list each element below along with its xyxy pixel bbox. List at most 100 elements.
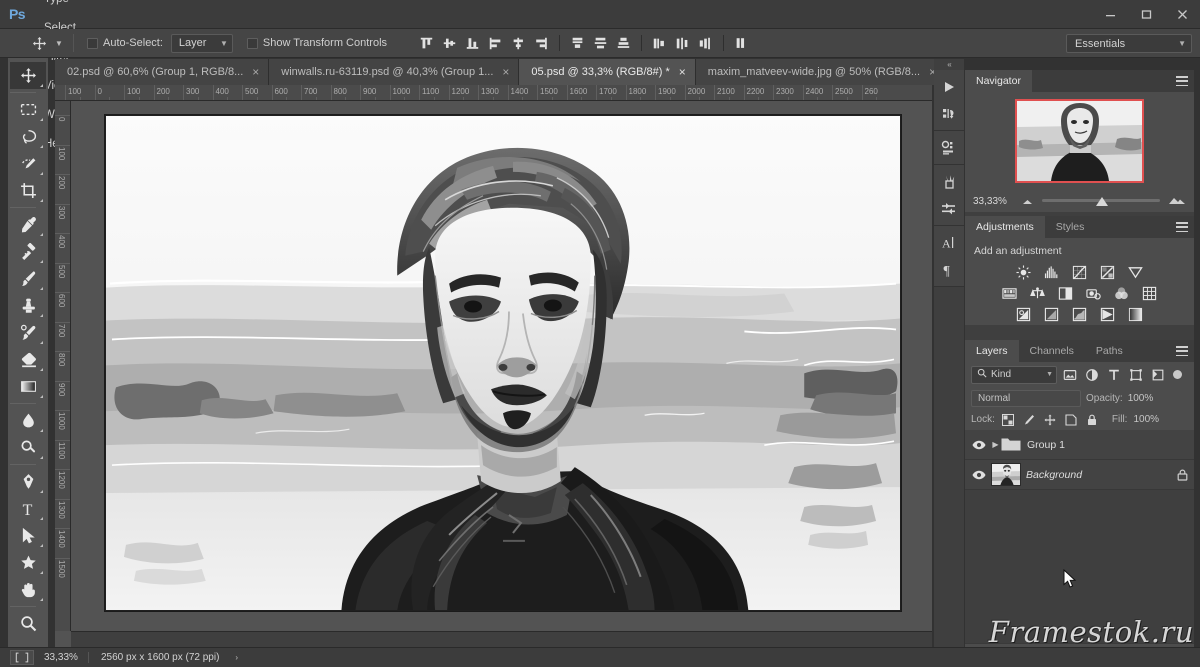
tab-channels[interactable]: Channels	[1018, 340, 1085, 362]
lock-image-pixels-icon[interactable]	[1022, 412, 1037, 427]
zoom-out-mountain-icon[interactable]	[1021, 192, 1034, 210]
vibrance-icon[interactable]	[1126, 264, 1145, 281]
brightness-contrast-icon[interactable]	[1014, 264, 1033, 281]
navigator-zoom-slider[interactable]	[1042, 195, 1160, 207]
character-panel-icon[interactable]: A	[934, 229, 964, 256]
move-tool[interactable]	[10, 62, 46, 89]
gradient-map-icon[interactable]	[1126, 306, 1145, 323]
history-brush-tool[interactable]	[10, 319, 46, 346]
artboard[interactable]	[105, 115, 901, 611]
tab-paths[interactable]: Paths	[1084, 340, 1134, 362]
smart-object-filter-icon[interactable]	[1149, 366, 1167, 384]
align-horizontal-centers-button[interactable]	[507, 32, 530, 54]
actions-panel-icon[interactable]	[934, 100, 964, 127]
close-button[interactable]	[1164, 0, 1200, 29]
tool-preset-chevron-icon[interactable]: ▼	[52, 32, 66, 54]
distribute-vertical-centers-button[interactable]	[589, 32, 612, 54]
auto-select-checkbox[interactable]	[87, 37, 98, 49]
align-right-edges-button[interactable]	[530, 32, 553, 54]
distribute-top-edges-button[interactable]	[566, 32, 589, 54]
color-lookup-icon[interactable]	[1140, 285, 1159, 302]
panel-menu-icon[interactable]	[1176, 346, 1188, 356]
layer-visibility-eye-icon[interactable]	[968, 460, 990, 490]
align-bottom-edges-button[interactable]	[461, 32, 484, 54]
auto-align-layers-button[interactable]	[730, 32, 753, 54]
hand-tool[interactable]	[10, 576, 46, 603]
navigator-zoom-value[interactable]: 33,33%	[973, 196, 1013, 207]
layer-thumbnail[interactable]	[991, 463, 1021, 486]
panel-menu-icon[interactable]	[1176, 76, 1188, 86]
tab-layers[interactable]: Layers	[965, 340, 1019, 362]
levels-icon[interactable]	[1042, 264, 1061, 281]
slider-thumb[interactable]	[1096, 197, 1109, 206]
hue-saturation-icon[interactable]	[1000, 285, 1019, 302]
tab-adjustments[interactable]: Adjustments	[965, 216, 1045, 238]
move-tool-icon[interactable]	[26, 32, 52, 54]
minimize-button[interactable]	[1092, 0, 1128, 29]
brush-tool[interactable]	[10, 265, 46, 292]
invert-icon[interactable]	[1014, 306, 1033, 323]
lock-position-icon[interactable]	[1043, 412, 1058, 427]
layer-row[interactable]: Background	[965, 460, 1194, 490]
close-icon[interactable]: ×	[679, 66, 686, 78]
tab-navigator[interactable]: Navigator	[965, 70, 1032, 92]
custom-shape-tool[interactable]	[10, 549, 46, 576]
layer-filter-kind-dropdown[interactable]: Kind ▼	[971, 365, 1057, 384]
auto-select-scope-dropdown[interactable]: Layer ▼	[170, 33, 233, 53]
lasso-tool[interactable]	[10, 123, 46, 150]
path-selection-tool[interactable]	[10, 522, 46, 549]
gradient-tool[interactable]	[10, 373, 46, 400]
close-icon[interactable]: ×	[502, 66, 509, 78]
document-tab[interactable]: maxim_matveev-wide.jpg @ 50% (RGB/8... ×	[695, 59, 947, 85]
layer-group-expand-chevron-icon[interactable]: ▶	[990, 440, 1001, 449]
lock-artboard-nesting-icon[interactable]	[1064, 412, 1079, 427]
exposure-icon[interactable]	[1098, 264, 1117, 281]
posterize-icon[interactable]	[1042, 306, 1061, 323]
maximize-button[interactable]	[1128, 0, 1164, 29]
pen-tool[interactable]	[10, 468, 46, 495]
collapse-panels-button[interactable]: «	[934, 59, 964, 70]
navigator-view-box[interactable]	[1015, 99, 1144, 183]
black-white-icon[interactable]	[1056, 285, 1075, 302]
eraser-tool[interactable]	[10, 346, 46, 373]
tab-styles[interactable]: Styles	[1044, 216, 1096, 238]
rectangular-marquee-tool[interactable]	[10, 96, 46, 123]
lock-all-icon[interactable]	[1085, 412, 1100, 427]
layer-visibility-eye-icon[interactable]	[968, 430, 990, 460]
fill-value[interactable]: 100%	[1133, 414, 1159, 425]
close-icon[interactable]: ×	[252, 66, 259, 78]
properties-panel-icon[interactable]	[934, 134, 964, 161]
status-zoom-value[interactable]: 33,33%	[34, 652, 88, 663]
photo-filter-icon[interactable]	[1084, 285, 1103, 302]
threshold-icon[interactable]	[1070, 306, 1089, 323]
layer-name[interactable]: Background	[1026, 469, 1170, 481]
distribute-bottom-edges-button[interactable]	[612, 32, 635, 54]
zoom-tool[interactable]	[10, 610, 46, 637]
horizontal-ruler[interactable]: 100 0 100 200 300 400 500 600 700 800 900 1000 1100 1…	[55, 85, 932, 101]
brush-presets-panel-icon[interactable]	[934, 195, 964, 222]
dodge-tool[interactable]	[10, 434, 46, 461]
vertical-ruler[interactable]: 0 100 200 300 400 500 600 700 800 900 1000 1100 1200…	[55, 101, 71, 631]
type-layers-filter-icon[interactable]	[1105, 366, 1123, 384]
clone-stamp-tool[interactable]	[10, 292, 46, 319]
zoom-in-mountain-icon[interactable]	[1168, 192, 1186, 210]
history-panel-icon[interactable]	[934, 73, 964, 100]
distribute-right-edges-button[interactable]	[694, 32, 717, 54]
align-vertical-centers-button[interactable]	[438, 32, 461, 54]
quick-selection-tool[interactable]	[10, 150, 46, 177]
horizontal-type-tool[interactable]: T	[10, 495, 46, 522]
lock-transparent-pixels-icon[interactable]	[1001, 412, 1016, 427]
crop-tool[interactable]	[10, 177, 46, 204]
document-tab[interactable]: 05.psd @ 33,3% (RGB/8#) * ×	[519, 59, 696, 85]
color-balance-icon[interactable]	[1028, 285, 1047, 302]
show-transform-checkbox[interactable]	[246, 37, 258, 49]
document-tab[interactable]: winwalls.ru-63119.psd @ 40,3% (Group 1..…	[269, 59, 520, 85]
menu-type[interactable]: Type	[34, 0, 95, 14]
shape-layers-filter-icon[interactable]	[1127, 366, 1145, 384]
selective-color-icon[interactable]	[1098, 306, 1117, 323]
workspace-switcher[interactable]: Essentials ▼	[1066, 34, 1192, 53]
blur-tool[interactable]	[10, 407, 46, 434]
auto-select-option[interactable]: Auto-Select:	[87, 37, 163, 49]
canvas-viewport[interactable]	[71, 101, 932, 631]
layer-name[interactable]: Group 1	[1027, 439, 1170, 451]
